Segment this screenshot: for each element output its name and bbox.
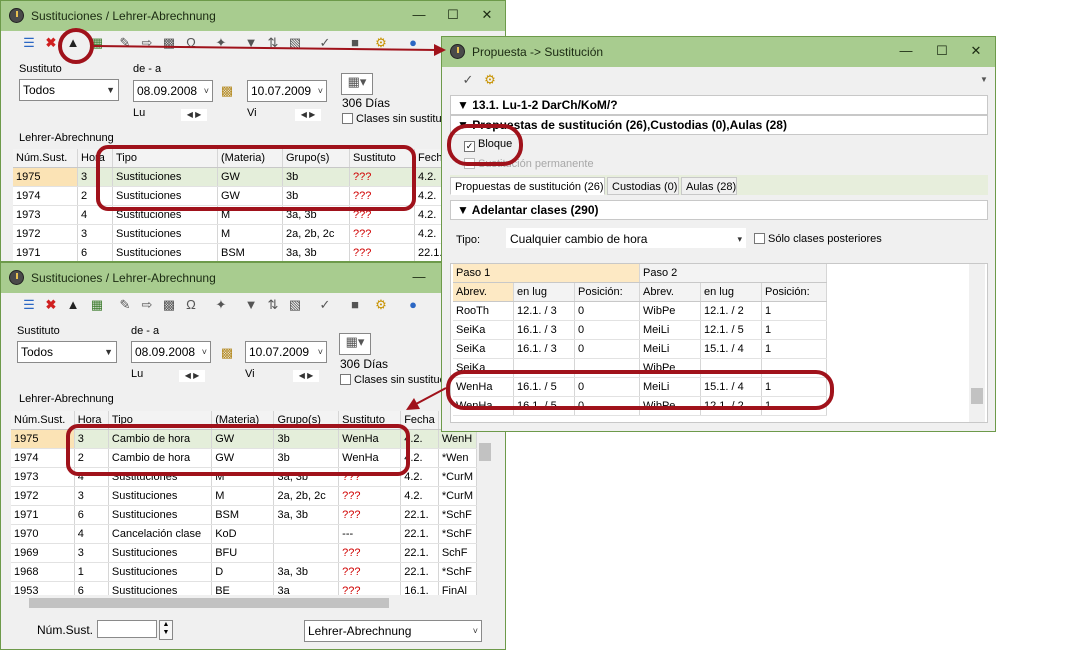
arrow-line (415, 387, 447, 405)
arrowhead (434, 44, 446, 56)
connector-arrows (93, 44, 447, 410)
arrow-line (93, 45, 439, 51)
